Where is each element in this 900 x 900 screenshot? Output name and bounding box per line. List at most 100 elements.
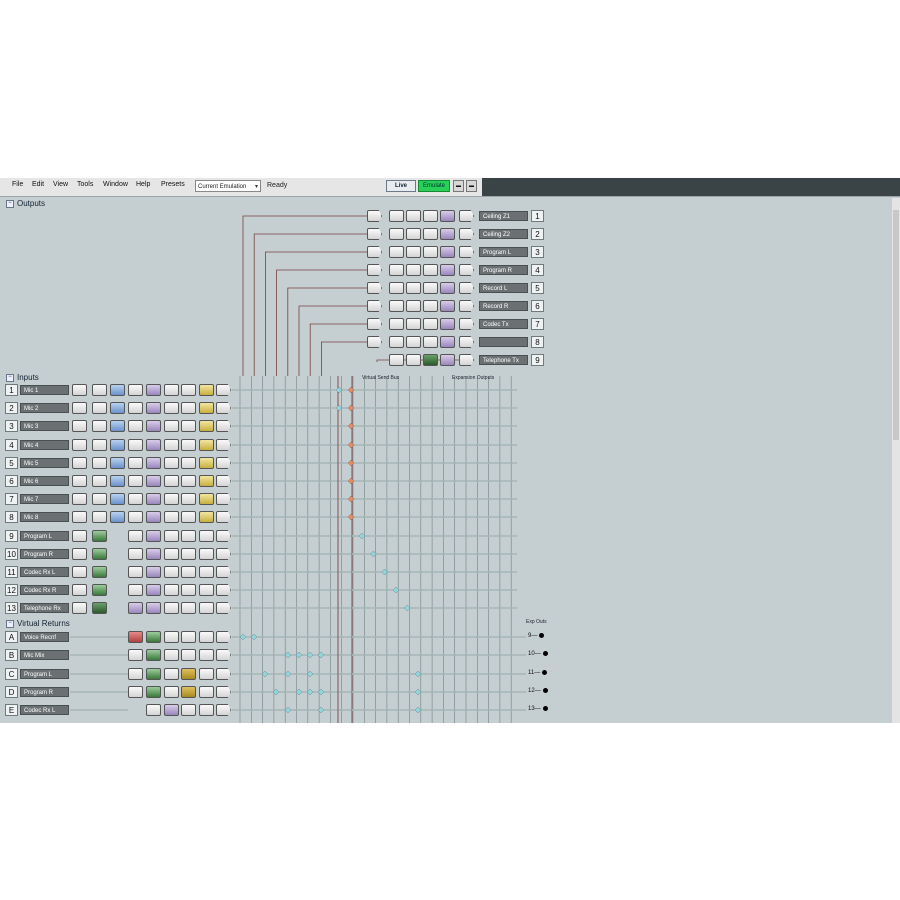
dsp-block[interactable] [128,686,143,698]
dsp-block[interactable] [128,530,143,542]
input-name[interactable]: Mic 6 [20,476,69,486]
dsp-block[interactable] [199,686,214,698]
dsp-block[interactable] [389,318,404,330]
dsp-block[interactable] [164,493,179,505]
input-number[interactable]: 13 [5,602,18,614]
dsp-block[interactable] [164,566,179,578]
dsp-block[interactable] [128,631,143,643]
virtual-return-name[interactable]: Mic Mix [20,650,69,660]
dsp-block[interactable] [110,439,125,451]
dsp-block[interactable] [92,584,107,596]
exp-out-item[interactable]: 13— [528,706,548,712]
dsp-block[interactable] [199,384,214,396]
dsp-block[interactable] [146,668,161,680]
dsp-block[interactable] [406,318,421,330]
dsp-block[interactable] [406,228,421,240]
dsp-block[interactable] [406,246,421,258]
virtual-return-letter[interactable]: C [5,668,18,680]
dsp-block[interactable] [92,384,107,396]
dsp-block[interactable] [181,704,196,716]
input-number[interactable]: 6 [5,475,18,487]
dsp-block[interactable] [199,704,214,716]
input-name[interactable]: Mic 1 [20,385,69,395]
dsp-block[interactable] [128,584,143,596]
dsp-block[interactable] [110,420,125,432]
dsp-block[interactable] [406,336,421,348]
input-number[interactable]: 3 [5,420,18,432]
dsp-block[interactable] [406,354,421,366]
dsp-block[interactable] [181,420,196,432]
output-name[interactable] [479,337,528,347]
dsp-block[interactable] [128,548,143,560]
dsp-block[interactable] [199,602,214,614]
virtual-return-letter[interactable]: A [5,631,18,643]
input-number[interactable]: 4 [5,439,18,451]
dsp-block[interactable] [146,384,161,396]
dsp-block[interactable] [199,420,214,432]
dsp-block[interactable] [181,457,196,469]
scrollbar-thumb[interactable] [893,210,899,440]
dsp-block[interactable] [92,402,107,414]
dsp-block[interactable] [72,475,87,487]
dsp-block[interactable] [423,354,438,366]
output-name[interactable]: Record L [479,283,528,293]
dsp-block[interactable] [440,210,455,222]
input-name[interactable]: Program R [20,549,69,559]
dsp-block[interactable] [164,420,179,432]
dsp-block[interactable] [164,668,179,680]
dsp-block[interactable] [199,457,214,469]
input-name[interactable]: Telephone Rx [20,603,69,613]
output-name[interactable]: Program R [479,265,528,275]
dsp-block[interactable] [199,402,214,414]
virtual-return-letter[interactable]: E [5,704,18,716]
output-name[interactable]: Codec Tx [479,319,528,329]
exp-out-item[interactable]: 12— [528,688,548,694]
dsp-block[interactable] [72,584,87,596]
dsp-block[interactable] [110,457,125,469]
dsp-block[interactable] [440,300,455,312]
dsp-block[interactable] [199,439,214,451]
dsp-block[interactable] [128,511,143,523]
input-number[interactable]: 2 [5,402,18,414]
dsp-block[interactable] [128,475,143,487]
dsp-block[interactable] [389,228,404,240]
dsp-block[interactable] [110,384,125,396]
dsp-block[interactable] [423,336,438,348]
dsp-block[interactable] [440,282,455,294]
dsp-block[interactable] [72,602,87,614]
dsp-block[interactable] [92,457,107,469]
dsp-block[interactable] [72,566,87,578]
dsp-block[interactable] [423,264,438,276]
dsp-block[interactable] [72,439,87,451]
dsp-block[interactable] [199,566,214,578]
dsp-block[interactable] [146,548,161,560]
dsp-block[interactable] [128,384,143,396]
dsp-block[interactable] [92,511,107,523]
dsp-block[interactable] [72,493,87,505]
dsp-block[interactable] [146,704,161,716]
dsp-block[interactable] [128,493,143,505]
dsp-block[interactable] [146,649,161,661]
dsp-block[interactable] [406,264,421,276]
dsp-block[interactable] [423,210,438,222]
dsp-block[interactable] [146,584,161,596]
dsp-block[interactable] [423,282,438,294]
input-number[interactable]: 9 [5,530,18,542]
dsp-block[interactable] [92,493,107,505]
dsp-block[interactable] [181,475,196,487]
dsp-block[interactable] [181,384,196,396]
dsp-block[interactable] [181,668,196,680]
dsp-block[interactable] [199,649,214,661]
dsp-block[interactable] [146,631,161,643]
output-number[interactable]: 9 [531,354,544,366]
input-name[interactable]: Mic 3 [20,421,69,431]
dsp-block[interactable] [164,649,179,661]
virtual-return-name[interactable]: Program L [20,669,69,679]
dsp-block[interactable] [164,511,179,523]
virtual-return-letter[interactable]: D [5,686,18,698]
input-number[interactable]: 12 [5,584,18,596]
output-number[interactable]: 1 [531,210,544,222]
dsp-block[interactable] [72,457,87,469]
dsp-block[interactable] [72,384,87,396]
dsp-block[interactable] [92,475,107,487]
